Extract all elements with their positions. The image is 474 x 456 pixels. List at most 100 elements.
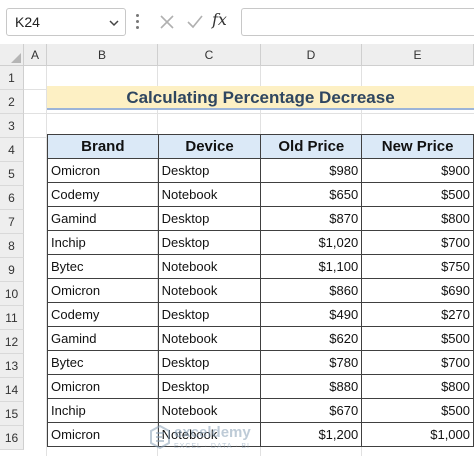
chevron-down-icon[interactable]	[109, 18, 119, 28]
table-row: Omicron Notebook $1,200 $1,000	[47, 422, 474, 447]
device-cell[interactable]: Desktop	[157, 230, 262, 255]
table-row: Codemy Notebook $650 $500	[47, 182, 474, 207]
table-header-row: Brand Device Old Price New Price	[47, 134, 474, 159]
brand-cell[interactable]: Bytec	[47, 350, 159, 375]
worksheet-grid[interactable]: A B C D E 1 2 3 4 5 6 7 8 9 10 11 12 13 …	[0, 44, 474, 456]
row-header-1[interactable]: 1	[0, 66, 24, 90]
cancel-icon[interactable]	[154, 8, 180, 36]
new-price-cell[interactable]: $800	[361, 374, 474, 399]
table-row: Bytec Notebook $1,100 $750	[47, 254, 474, 279]
sheet-title[interactable]: Calculating Percentage Decrease	[47, 86, 474, 110]
column-header-e[interactable]: E	[362, 44, 474, 66]
row-header-5[interactable]: 5	[0, 162, 24, 186]
device-cell[interactable]: Desktop	[157, 206, 262, 231]
column-header-a[interactable]: A	[24, 44, 47, 66]
enter-check-icon[interactable]	[182, 8, 208, 36]
header-brand[interactable]: Brand	[47, 134, 159, 159]
formula-bar: K24 fx	[0, 0, 474, 44]
row-header-9[interactable]: 9	[0, 258, 24, 282]
more-options-icon[interactable]	[133, 14, 143, 30]
device-cell[interactable]: Notebook	[157, 182, 262, 207]
table-row: Gamind Notebook $620 $500	[47, 326, 474, 351]
price-table: Brand Device Old Price New Price Omicron…	[47, 134, 474, 447]
row-header-2[interactable]: 2	[0, 90, 24, 114]
new-price-cell[interactable]: $690	[361, 278, 474, 303]
row-header-12[interactable]: 12	[0, 330, 24, 354]
old-price-cell[interactable]: $620	[260, 326, 363, 351]
table-row: Codemy Desktop $490 $270	[47, 302, 474, 327]
old-price-cell[interactable]: $1,020	[260, 230, 363, 255]
old-price-cell[interactable]: $1,100	[260, 254, 363, 279]
device-cell[interactable]: Notebook	[157, 326, 262, 351]
brand-cell[interactable]: Omicron	[47, 158, 159, 183]
row-header-16[interactable]: 16	[0, 426, 24, 450]
device-cell[interactable]: Desktop	[157, 158, 262, 183]
table-row: Omicron Desktop $980 $900	[47, 158, 474, 183]
table-row: Omicron Notebook $860 $690	[47, 278, 474, 303]
brand-cell[interactable]: Inchip	[47, 398, 159, 423]
new-price-cell[interactable]: $750	[361, 254, 474, 279]
header-new-price[interactable]: New Price	[361, 134, 474, 159]
row-header-4[interactable]: 4	[0, 138, 24, 162]
formula-input[interactable]	[241, 8, 474, 36]
brand-cell[interactable]: Omicron	[47, 278, 159, 303]
old-price-cell[interactable]: $650	[260, 182, 363, 207]
old-price-cell[interactable]: $980	[260, 158, 363, 183]
old-price-cell[interactable]: $880	[260, 374, 363, 399]
device-cell[interactable]: Notebook	[157, 278, 262, 303]
old-price-cell[interactable]: $860	[260, 278, 363, 303]
brand-cell[interactable]: Bytec	[47, 254, 159, 279]
device-cell[interactable]: Desktop	[157, 302, 262, 327]
device-cell[interactable]: Notebook	[157, 398, 262, 423]
device-cell[interactable]: Desktop	[157, 350, 262, 375]
new-price-cell[interactable]: $700	[361, 350, 474, 375]
table-row: Bytec Desktop $780 $700	[47, 350, 474, 375]
row-header-14[interactable]: 14	[0, 378, 24, 402]
column-header-b[interactable]: B	[47, 44, 158, 66]
row-header-7[interactable]: 7	[0, 210, 24, 234]
new-price-cell[interactable]: $700	[361, 230, 474, 255]
row-header-13[interactable]: 13	[0, 354, 24, 378]
row-header-8[interactable]: 8	[0, 234, 24, 258]
column-header-c[interactable]: C	[158, 44, 261, 66]
brand-cell[interactable]: Codemy	[47, 182, 159, 207]
row-header-15[interactable]: 15	[0, 402, 24, 426]
old-price-cell[interactable]: $670	[260, 398, 363, 423]
brand-cell[interactable]: Codemy	[47, 302, 159, 327]
row-header-6[interactable]: 6	[0, 186, 24, 210]
old-price-cell[interactable]: $1,200	[260, 422, 363, 447]
formula-buttons: fx	[150, 8, 236, 36]
insert-function-icon[interactable]: fx	[212, 10, 227, 29]
brand-cell[interactable]: Omicron	[47, 374, 159, 399]
old-price-cell[interactable]: $870	[260, 206, 363, 231]
brand-cell[interactable]: Inchip	[47, 230, 159, 255]
brand-cell[interactable]: Gamind	[47, 326, 159, 351]
new-price-cell[interactable]: $500	[361, 182, 474, 207]
header-device[interactable]: Device	[157, 134, 262, 159]
select-all-corner[interactable]	[0, 44, 24, 66]
new-price-cell[interactable]: $500	[361, 326, 474, 351]
header-old-price[interactable]: Old Price	[260, 134, 363, 159]
new-price-cell[interactable]: $900	[361, 158, 474, 183]
old-price-cell[interactable]: $490	[260, 302, 363, 327]
device-cell[interactable]: Notebook	[157, 422, 262, 447]
row-header-3[interactable]: 3	[0, 114, 24, 138]
new-price-cell[interactable]: $500	[361, 398, 474, 423]
table-row: Inchip Desktop $1,020 $700	[47, 230, 474, 255]
new-price-cell[interactable]: $270	[361, 302, 474, 327]
device-cell[interactable]: Notebook	[157, 254, 262, 279]
name-box[interactable]: K24	[6, 8, 126, 36]
brand-cell[interactable]: Gamind	[47, 206, 159, 231]
brand-cell[interactable]: Omicron	[47, 422, 159, 447]
row-header-10[interactable]: 10	[0, 282, 24, 306]
name-box-value: K24	[15, 14, 40, 30]
column-header-d[interactable]: D	[261, 44, 362, 66]
gridline	[24, 113, 474, 114]
new-price-cell[interactable]: $800	[361, 206, 474, 231]
table-row: Inchip Notebook $670 $500	[47, 398, 474, 423]
table-row: Omicron Desktop $880 $800	[47, 374, 474, 399]
old-price-cell[interactable]: $780	[260, 350, 363, 375]
new-price-cell[interactable]: $1,000	[361, 422, 474, 447]
device-cell[interactable]: Desktop	[157, 374, 262, 399]
row-header-11[interactable]: 11	[0, 306, 24, 330]
